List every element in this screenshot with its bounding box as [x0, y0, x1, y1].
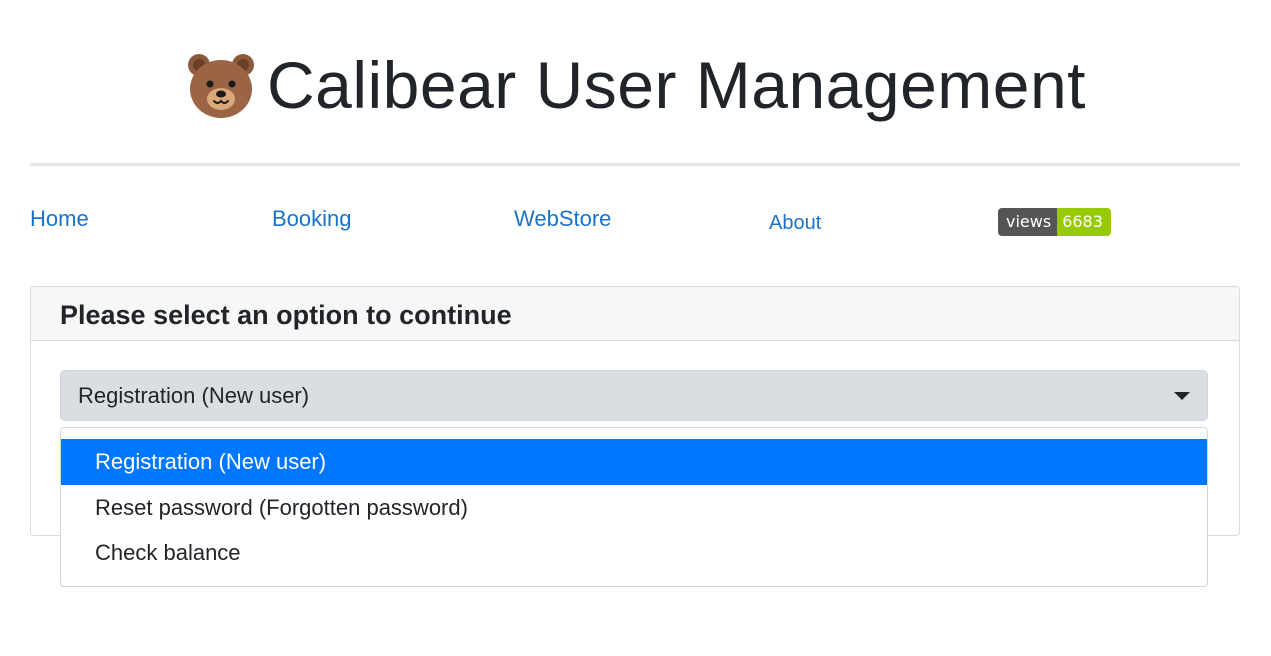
option-reset-password[interactable]: Reset password (Forgotten password) [61, 485, 1207, 531]
views-badge-label: views [998, 208, 1058, 236]
option-check-balance[interactable]: Check balance [61, 530, 1207, 576]
views-badge-value: 6683 [1057, 208, 1111, 236]
card-header: Please select an option to continue [31, 287, 1239, 341]
nav-link-home[interactable]: Home [30, 206, 89, 232]
views-counter-badge: views 6683 [998, 208, 1111, 236]
caret-down-icon [1174, 392, 1190, 400]
page-title: Calibear User Management [266, 48, 1087, 122]
nav-link-about[interactable]: About [769, 212, 821, 235]
bear-face-icon [187, 54, 254, 118]
option-registration[interactable]: Registration (New user) [61, 439, 1207, 485]
option-select[interactable]: Registration (New user) [60, 370, 1208, 421]
page: Calibear User Management Home Booking We… [0, 0, 1271, 656]
main-nav: Home Booking WebStore About views 6683 [30, 200, 1240, 240]
select-dropdown-list: Registration (New user) Reset password (… [60, 427, 1208, 587]
page-header: Calibear User Management [0, 40, 1271, 130]
select-current-value: Registration (New user) [78, 382, 310, 408]
nav-link-booking[interactable]: Booking [272, 206, 352, 232]
header-divider [30, 163, 1240, 166]
card-title: Please select an option to continue [60, 300, 512, 330]
nav-link-webstore[interactable]: WebStore [514, 206, 611, 232]
